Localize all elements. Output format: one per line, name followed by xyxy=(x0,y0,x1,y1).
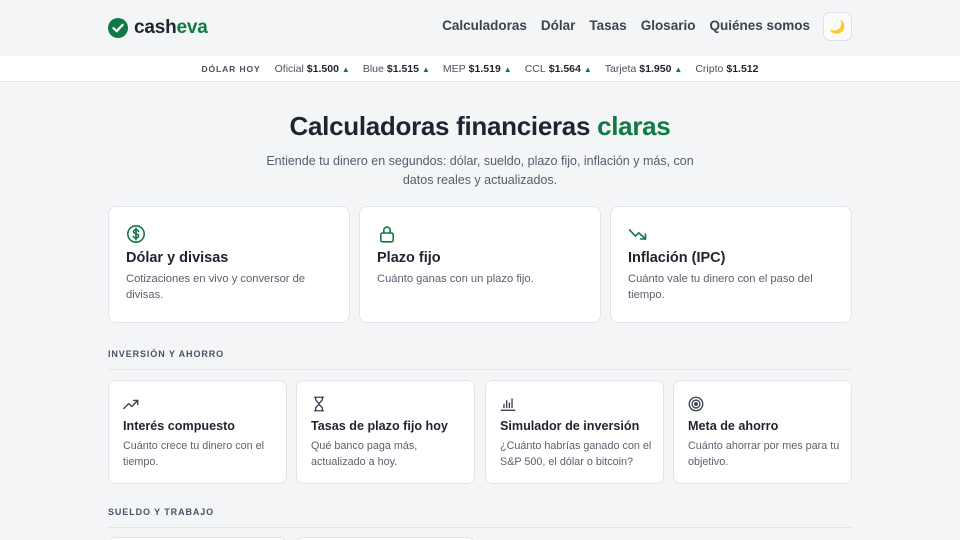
card-title: Interés compuesto xyxy=(123,419,235,433)
card-meta-ahorro[interactable]: Meta de ahorro Cuánto ahorrar por mes pa… xyxy=(673,380,852,484)
card-plazo-fijo[interactable]: Plazo fijo Cuánto ganas con un plazo fij… xyxy=(359,206,601,323)
card-description: Cuánto vale tu dinero con el paso del ti… xyxy=(628,273,813,301)
arrow-up-icon: ▲ xyxy=(421,64,430,74)
site-header: casheva Calculadoras Dólar Tasas Glosari… xyxy=(0,0,960,56)
ticker-item-blue[interactable]: Blue $1.515 ▲ xyxy=(363,63,430,75)
section-heading: SUELDO Y TRABAJO xyxy=(108,507,215,517)
ticker-item-mep[interactable]: MEP $1.519 ▲ xyxy=(443,63,512,75)
arrow-up-icon: ▲ xyxy=(341,64,350,74)
card-title: Dólar y divisas xyxy=(126,250,229,266)
moon-icon: 🌙 xyxy=(829,18,846,34)
card-interes-compuesto[interactable]: Interés compuesto Cuánto crece tu dinero… xyxy=(108,380,287,484)
page-title: Calculadoras financieras claras xyxy=(289,111,671,141)
arrow-up-icon: ▲ xyxy=(674,64,683,74)
card-title: Tasas de plazo fijo hoy xyxy=(311,419,448,433)
target-icon xyxy=(688,396,704,412)
ticker-title: DÓLAR HOY xyxy=(201,63,261,74)
card-title: Simulador de inversión xyxy=(500,419,640,433)
hourglass-icon xyxy=(313,396,325,412)
dollar-circle-icon xyxy=(127,225,145,243)
theme-toggle-button[interactable]: 🌙 xyxy=(823,12,852,41)
main-nav: Calculadoras Dólar Tasas Glosario Quiéne… xyxy=(442,18,810,33)
ticker-item-tarjeta[interactable]: Tarjeta $1.950 ▲ xyxy=(605,63,683,75)
lock-icon xyxy=(379,226,394,243)
section-heading: INVERSIÓN Y AHORRO xyxy=(108,349,225,359)
bar-chart-icon xyxy=(500,398,516,411)
check-circle-icon xyxy=(108,18,128,38)
nav-link-quienes-somos[interactable]: Quiénes somos xyxy=(709,18,810,33)
card-simulador-inversion[interactable]: Simulador de inversión ¿Cuánto habrías g… xyxy=(485,380,664,484)
arrow-up-icon: ▲ xyxy=(583,64,592,74)
nav-link-calculadoras[interactable]: Calculadoras xyxy=(442,18,527,33)
nav-link-tasas[interactable]: Tasas xyxy=(589,18,626,33)
dollar-ticker: DÓLAR HOY Oficial $1.500 ▲ Blue $1.515 ▲ MEP… xyxy=(0,56,960,82)
card-tasas-plazo-fijo[interactable]: Tasas de plazo fijo hoy Qué banco paga m… xyxy=(296,380,475,484)
brand-logo-link[interactable]: casheva xyxy=(108,17,208,39)
trend-down-icon xyxy=(628,229,647,240)
section-divider xyxy=(108,369,852,370)
card-dolar-divisas[interactable]: Dólar y divisas Cotizaciones en vivo y c… xyxy=(108,206,350,323)
nav-link-glosario[interactable]: Glosario xyxy=(641,18,696,33)
page-subtitle: Entiende tu dinero en segundos: dólar, s… xyxy=(266,154,694,187)
card-description: Cotizaciones en vivo y conversor de divi… xyxy=(126,273,306,301)
ticker-item-ccl[interactable]: CCL $1.564 ▲ xyxy=(525,63,592,75)
card-title: Meta de ahorro xyxy=(688,419,779,433)
arrow-up-icon: ▲ xyxy=(503,64,512,74)
card-inflacion[interactable]: Inflación (IPC) Cuánto vale tu dinero co… xyxy=(610,206,852,323)
trend-up-icon xyxy=(123,399,139,410)
card-description: Qué banco paga más, actualizado a hoy. xyxy=(311,440,418,468)
card-description: Cuánto ahorrar por mes para tu objetivo. xyxy=(688,440,840,468)
section-divider xyxy=(108,527,852,528)
card-description: Cuánto crece tu dinero con el tiempo. xyxy=(123,440,265,468)
card-description: Cuánto ganas con un plazo fijo. xyxy=(377,273,534,285)
brand-name: casheva xyxy=(134,17,208,38)
nav-link-dolar[interactable]: Dólar xyxy=(541,18,576,33)
ticker-item-cripto[interactable]: Cripto $1.512 xyxy=(695,63,758,75)
ticker-item-oficial[interactable]: Oficial $1.500 ▲ xyxy=(275,63,350,75)
card-title: Plazo fijo xyxy=(377,250,441,266)
card-description: ¿Cuánto habrías ganado con el S&P 500, e… xyxy=(500,440,652,468)
card-title: Inflación (IPC) xyxy=(628,250,726,266)
